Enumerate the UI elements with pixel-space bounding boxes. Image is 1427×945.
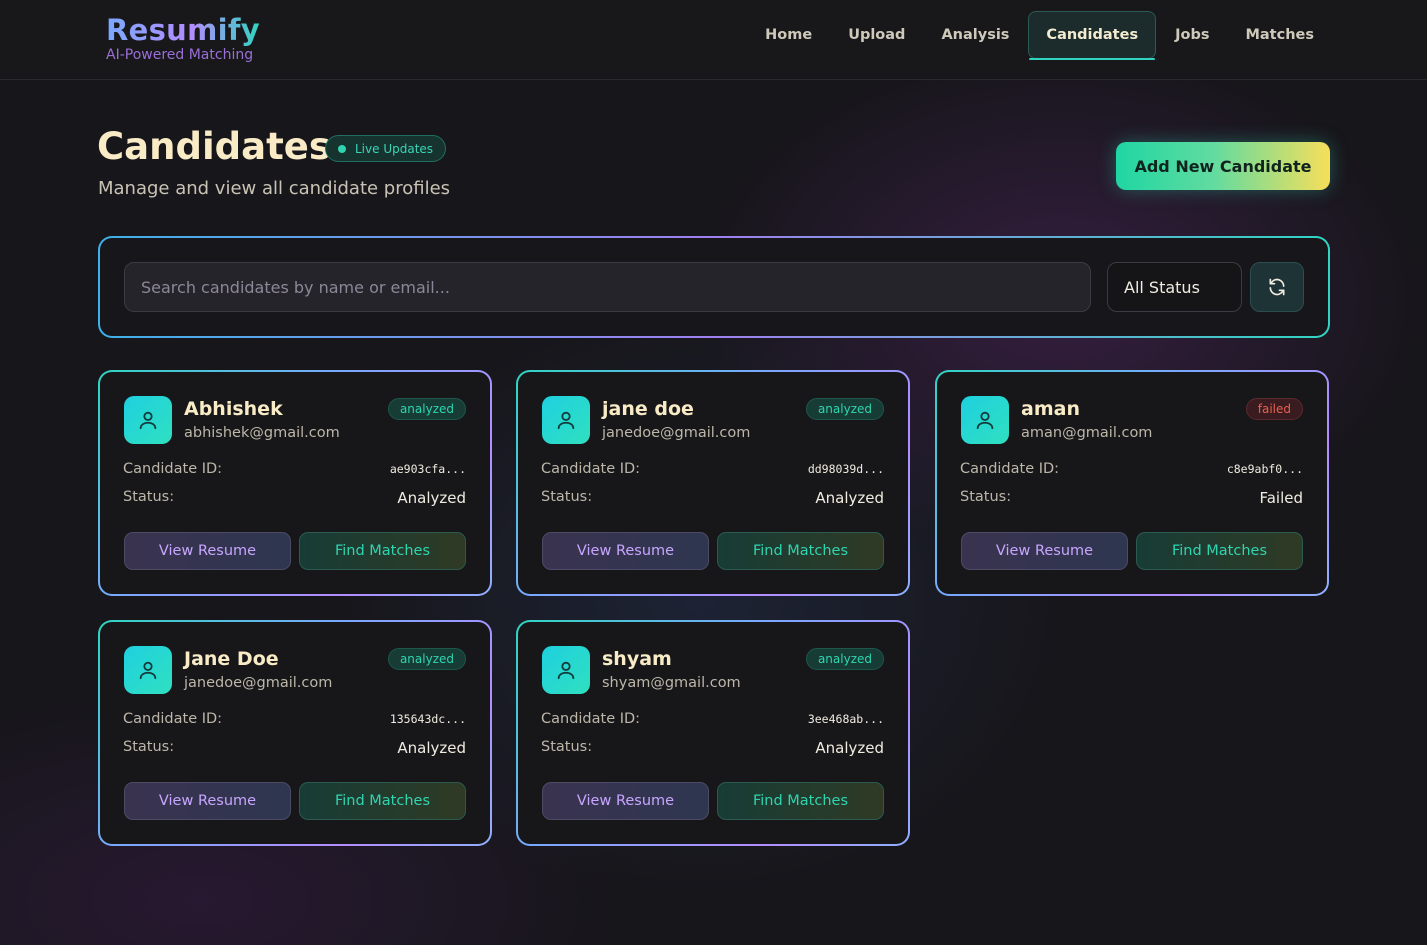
- brand-logo-text[interactable]: Resumify: [106, 12, 260, 48]
- live-updates-label: Live Updates: [355, 141, 434, 156]
- candidate-name: Abhishek: [184, 398, 283, 420]
- nav-matches[interactable]: Matches: [1228, 11, 1331, 59]
- candidate-id-label: Candidate ID:: [123, 711, 223, 727]
- candidate-id-value: 3ee468ab...: [807, 712, 884, 726]
- page-subtitle: Manage and view all candidate profiles: [98, 178, 451, 199]
- find-matches-button[interactable]: Find Matches: [299, 782, 466, 820]
- candidate-card: jane doe janedoe@gmail.com analyzed Cand…: [516, 370, 910, 596]
- status-badge: analyzed: [387, 398, 466, 420]
- view-resume-button[interactable]: View Resume: [124, 532, 291, 570]
- search-filter-panel-body: All Status: [100, 238, 1328, 336]
- status-label: Status:: [960, 489, 1012, 505]
- candidate-email: aman@gmail.com: [1021, 425, 1153, 441]
- page-title: Candidates: [97, 125, 331, 168]
- nav-jobs[interactable]: Jobs: [1158, 11, 1226, 59]
- candidate-id-value: dd98039d...: [807, 462, 884, 476]
- candidate-card-body: Jane Doe janedoe@gmail.com analyzed Cand…: [100, 622, 490, 844]
- find-matches-button[interactable]: Find Matches: [717, 532, 884, 570]
- status-badge: analyzed: [387, 648, 466, 670]
- refresh-icon: [1269, 278, 1285, 296]
- user-icon: [139, 661, 157, 680]
- status-label: Status:: [541, 739, 593, 755]
- avatar: [124, 646, 172, 694]
- nav-analysis[interactable]: Analysis: [924, 11, 1026, 59]
- status-value: Analyzed: [815, 489, 884, 507]
- find-matches-button[interactable]: Find Matches: [1136, 532, 1303, 570]
- status-badge: analyzed: [805, 398, 884, 420]
- avatar: [124, 396, 172, 444]
- status-label: Status:: [123, 739, 175, 755]
- candidate-card: shyam shyam@gmail.com analyzed Candidate…: [516, 620, 910, 846]
- candidate-card-body: jane doe janedoe@gmail.com analyzed Cand…: [518, 372, 908, 594]
- candidate-email: janedoe@gmail.com: [184, 675, 333, 691]
- candidate-email: abhishek@gmail.com: [184, 425, 340, 441]
- view-resume-button[interactable]: View Resume: [961, 532, 1128, 570]
- user-icon: [976, 411, 994, 430]
- candidate-card: Jane Doe janedoe@gmail.com analyzed Cand…: [98, 620, 492, 846]
- candidate-id-label: Candidate ID:: [960, 461, 1060, 477]
- top-navbar: Resumify AI-Powered Matching Home Upload…: [0, 0, 1427, 80]
- add-new-candidate-button[interactable]: Add New Candidate: [1116, 142, 1330, 190]
- candidate-email: shyam@gmail.com: [602, 675, 741, 691]
- user-icon: [557, 411, 575, 430]
- status-value: Failed: [1259, 489, 1303, 507]
- live-updates-badge: Live Updates: [325, 135, 447, 162]
- status-value: Analyzed: [397, 739, 466, 757]
- candidate-card: Abhishek abhishek@gmail.com analyzed Can…: [98, 370, 492, 596]
- nav-upload[interactable]: Upload: [831, 11, 922, 59]
- view-resume-button[interactable]: View Resume: [124, 782, 291, 820]
- candidate-name: jane doe: [602, 398, 694, 420]
- status-badge: analyzed: [805, 648, 884, 670]
- candidate-id-label: Candidate ID:: [123, 461, 223, 477]
- avatar: [542, 646, 590, 694]
- status-filter-select[interactable]: All Status: [1107, 262, 1242, 312]
- candidate-card-body: aman aman@gmail.com failed Candidate ID:…: [937, 372, 1327, 594]
- status-filter-value: All Status: [1124, 277, 1200, 297]
- nav-home[interactable]: Home: [748, 11, 829, 59]
- find-matches-button[interactable]: Find Matches: [299, 532, 466, 570]
- candidate-name: aman: [1021, 398, 1080, 420]
- view-resume-button[interactable]: View Resume: [542, 782, 709, 820]
- nav-candidates[interactable]: Candidates: [1028, 11, 1157, 60]
- candidate-name: shyam: [602, 648, 672, 670]
- candidate-card-body: shyam shyam@gmail.com analyzed Candidate…: [518, 622, 908, 844]
- status-label: Status:: [541, 489, 593, 505]
- candidate-card-body: Abhishek abhishek@gmail.com analyzed Can…: [100, 372, 490, 594]
- candidate-card: aman aman@gmail.com failed Candidate ID:…: [935, 370, 1329, 596]
- brand[interactable]: Resumify AI-Powered Matching: [106, 12, 260, 63]
- candidate-id-label: Candidate ID:: [541, 711, 641, 727]
- status-value: Analyzed: [397, 489, 466, 507]
- view-resume-button[interactable]: View Resume: [542, 532, 709, 570]
- avatar: [542, 396, 590, 444]
- user-icon: [557, 661, 575, 680]
- main-nav: Home Upload Analysis Candidates Jobs Mat…: [746, 11, 1331, 60]
- avatar: [961, 396, 1009, 444]
- candidate-name: Jane Doe: [184, 648, 279, 670]
- search-input[interactable]: [124, 262, 1091, 312]
- search-filter-panel: All Status: [98, 236, 1330, 338]
- refresh-button[interactable]: [1250, 262, 1304, 312]
- candidate-id-value: 135643dc...: [389, 712, 466, 726]
- candidate-id-value: ae903cfa...: [389, 462, 466, 476]
- status-badge: failed: [1245, 398, 1303, 420]
- candidate-id-value: c8e9abf0...: [1226, 462, 1303, 476]
- find-matches-button[interactable]: Find Matches: [717, 782, 884, 820]
- candidate-id-label: Candidate ID:: [541, 461, 641, 477]
- candidate-email: janedoe@gmail.com: [602, 425, 751, 441]
- user-icon: [139, 411, 157, 430]
- status-label: Status:: [123, 489, 175, 505]
- status-value: Analyzed: [815, 739, 884, 757]
- brand-tagline: AI-Powered Matching: [106, 47, 254, 63]
- live-dot-icon: [338, 144, 346, 153]
